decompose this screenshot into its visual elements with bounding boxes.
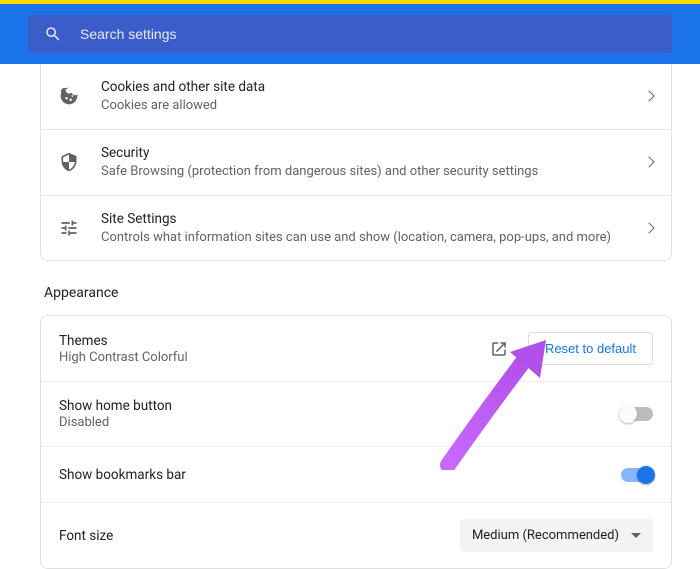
chevron-right-icon <box>643 91 654 102</box>
bookmarks-bar-toggle[interactable] <box>621 468 653 482</box>
toggle-knob <box>637 466 655 484</box>
home-button-sub: Disabled <box>59 415 621 430</box>
themes-text: Themes High Contrast Colorful <box>59 333 490 365</box>
themes-sub: High Contrast Colorful <box>59 350 490 365</box>
font-size-text: Font size <box>59 528 460 544</box>
chevron-right-icon <box>643 156 654 167</box>
search-bar[interactable] <box>28 15 672 53</box>
appearance-card: Themes High Contrast Colorful Reset to d… <box>40 315 672 569</box>
toggle-knob <box>619 405 637 423</box>
home-button-title: Show home button <box>59 398 621 414</box>
font-size-row: Font size Medium (Recommended) <box>41 503 671 568</box>
site-settings-row[interactable]: Site Settings Controls what information … <box>41 196 671 261</box>
themes-title: Themes <box>59 333 490 349</box>
font-size-value: Medium (Recommended) <box>472 528 619 543</box>
tune-icon <box>59 218 79 238</box>
security-row[interactable]: Security Safe Browsing (protection from … <box>41 130 671 196</box>
chevron-right-icon <box>643 222 654 233</box>
site-settings-text: Site Settings Controls what information … <box>101 210 645 247</box>
cookies-title: Cookies and other site data <box>101 78 645 96</box>
search-header <box>0 4 700 64</box>
site-settings-sub: Controls what information sites can use … <box>101 229 645 247</box>
cookie-icon <box>59 86 79 106</box>
bookmarks-bar-title: Show bookmarks bar <box>59 467 621 483</box>
site-settings-title: Site Settings <box>101 210 645 228</box>
search-icon <box>44 25 62 43</box>
security-sub: Safe Browsing (protection from dangerous… <box>101 163 645 181</box>
home-button-text: Show home button Disabled <box>59 398 621 430</box>
cookies-row[interactable]: Cookies and other site data Cookies are … <box>41 64 671 130</box>
bookmarks-bar-row: Show bookmarks bar <box>41 447 671 503</box>
security-text: Security Safe Browsing (protection from … <box>101 144 645 181</box>
themes-row: Themes High Contrast Colorful Reset to d… <box>41 316 671 382</box>
home-button-row: Show home button Disabled <box>41 382 671 447</box>
font-size-select[interactable]: Medium (Recommended) <box>460 519 653 552</box>
settings-content: Cookies and other site data Cookies are … <box>0 64 700 569</box>
cookies-text: Cookies and other site data Cookies are … <box>101 78 645 115</box>
open-in-new-icon[interactable] <box>490 340 508 358</box>
search-input[interactable] <box>80 26 656 42</box>
cookies-sub: Cookies are allowed <box>101 97 645 115</box>
security-title: Security <box>101 144 645 162</box>
reset-to-default-button[interactable]: Reset to default <box>528 332 653 365</box>
privacy-card: Cookies and other site data Cookies are … <box>40 64 672 261</box>
shield-icon <box>59 152 79 172</box>
appearance-header: Appearance <box>44 285 672 301</box>
home-button-toggle[interactable] <box>621 407 653 421</box>
bookmarks-bar-text: Show bookmarks bar <box>59 467 621 483</box>
dropdown-triangle-icon <box>631 533 641 538</box>
font-size-title: Font size <box>59 528 460 544</box>
